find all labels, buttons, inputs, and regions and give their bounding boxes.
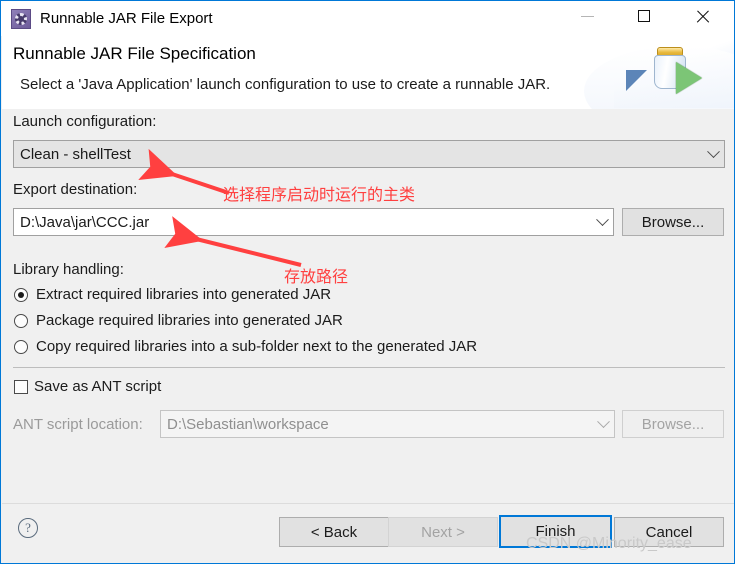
launch-configuration-value: Clean - shellTest: [20, 145, 131, 163]
ant-script-location-value: D:\Sebastian\workspace: [167, 415, 329, 433]
radio-copy-label: Copy required libraries into a sub-folde…: [36, 338, 478, 355]
page-title: Runnable JAR File Specification: [13, 44, 256, 63]
blue-triangle-icon: [626, 70, 647, 91]
export-destination-combo[interactable]: D:\Java\jar\CCC.jar: [13, 208, 614, 236]
browse-destination-button[interactable]: Browse...: [622, 208, 724, 236]
save-as-ant-script-checkbox[interactable]: Save as ANT script: [14, 378, 161, 395]
ant-script-location-combo: D:\Sebastian\workspace: [160, 410, 615, 438]
radio-extract-label: Extract required libraries into generate…: [36, 286, 332, 303]
checkbox-indicator: [14, 379, 28, 394]
runnable-jar-export-dialog: Runnable JAR File Export Runnable JAR Fi…: [0, 0, 735, 564]
radio-package-libraries[interactable]: Package required libraries into generate…: [14, 312, 343, 329]
launch-configuration-combo[interactable]: Clean - shellTest: [13, 140, 725, 168]
radio-copy-libraries[interactable]: Copy required libraries into a sub-folde…: [14, 338, 477, 355]
export-destination-label: Export destination:: [13, 181, 138, 198]
header-art: [584, 36, 734, 109]
radio-extract-libraries[interactable]: Extract required libraries into generate…: [14, 286, 331, 303]
radio-indicator: [14, 287, 28, 302]
radio-package-label: Package required libraries into generate…: [36, 312, 343, 329]
chevron-down-icon[interactable]: [702, 144, 724, 159]
watermark: CSDN @Minority_ease: [526, 535, 692, 552]
close-button[interactable]: [679, 1, 725, 31]
ant-script-location-label: ANT script location:: [13, 416, 143, 433]
chevron-down-icon: [592, 414, 614, 429]
jar-export-icon: [11, 8, 31, 29]
radio-indicator: [14, 313, 28, 328]
chevron-down-icon[interactable]: [591, 212, 613, 227]
window-title: Runnable JAR File Export: [40, 10, 213, 27]
save-as-ant-script-label: Save as ANT script: [34, 378, 162, 395]
page-description: Select a 'Java Application' launch confi…: [20, 76, 551, 93]
browse-ant-location-button: Browse...: [622, 410, 724, 438]
maximize-icon: [638, 10, 650, 22]
minimize-button[interactable]: [564, 1, 610, 31]
radio-indicator: [14, 339, 28, 354]
maximize-button[interactable]: [621, 1, 667, 31]
question-mark-icon[interactable]: ?: [18, 518, 38, 538]
dialog-body: Launch configuration: Clean - shellTest …: [2, 109, 734, 503]
run-arrow-icon: [676, 62, 702, 94]
next-button: Next >: [388, 517, 498, 547]
close-icon: [695, 9, 710, 24]
back-button[interactable]: < Back: [279, 517, 389, 547]
export-destination-value: D:\Java\jar\CCC.jar: [20, 213, 150, 231]
section-divider: [13, 367, 725, 368]
minimize-icon: [580, 15, 594, 17]
launch-configuration-label: Launch configuration:: [13, 113, 157, 130]
library-handling-label: Library handling:: [13, 261, 124, 278]
wizard-header: Runnable JAR File Specification Select a…: [2, 36, 734, 110]
